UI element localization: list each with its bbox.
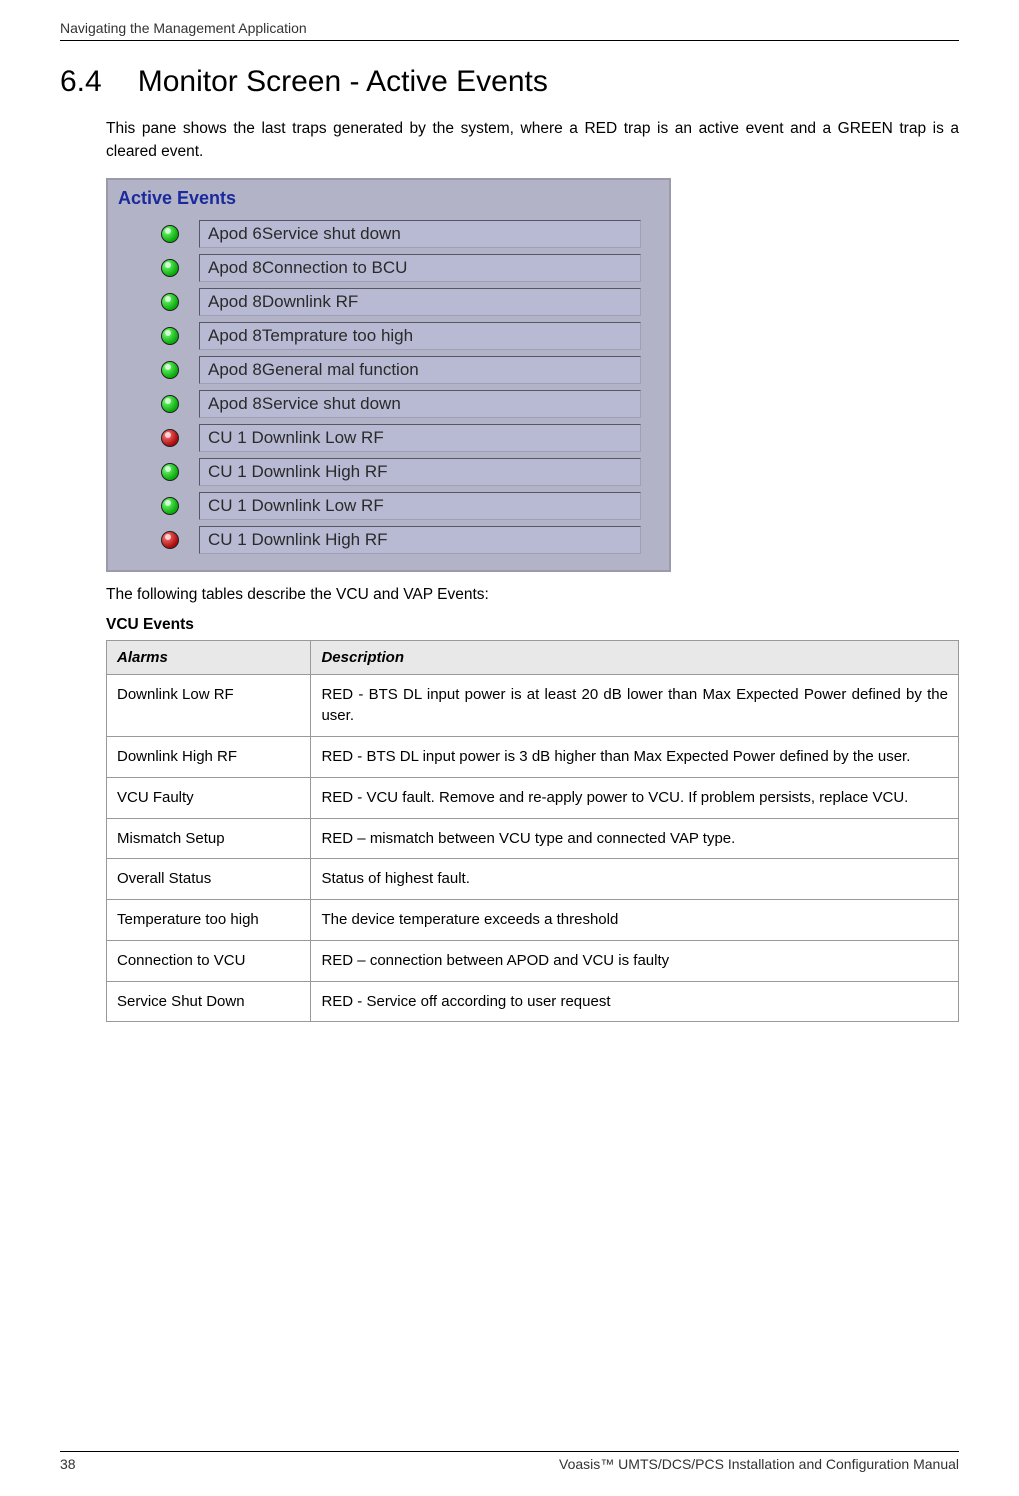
active-events-title: Active Events xyxy=(116,186,661,214)
status-light-green-icon xyxy=(161,497,179,515)
description-cell: RED - BTS DL input power is 3 dB higher … xyxy=(311,737,959,778)
alarm-cell: Overall Status xyxy=(107,859,311,900)
table-row: Mismatch SetupRED – mismatch between VCU… xyxy=(107,818,959,859)
active-events-list: Apod 6Service shut down Apod 8Connection … xyxy=(116,214,661,560)
section-heading: 6.4 Monitor Screen - Active Events xyxy=(60,65,959,99)
event-row: Apod 8Service shut down xyxy=(161,388,641,420)
event-text: Apod 6Service shut down xyxy=(199,220,641,248)
table-row: Downlink High RFRED - BTS DL input power… xyxy=(107,737,959,778)
table-row: VCU FaultyRED - VCU fault. Remove and re… xyxy=(107,777,959,818)
event-row: Apod 8Temprature too high xyxy=(161,320,641,352)
description-cell: The device temperature exceeds a thresho… xyxy=(311,900,959,941)
table-row: Downlink Low RFRED - BTS DL input power … xyxy=(107,674,959,737)
description-cell: RED - BTS DL input power is at least 20 … xyxy=(311,674,959,737)
description-cell: RED - Service off according to user requ… xyxy=(311,981,959,1022)
description-cell: RED – mismatch between VCU type and conn… xyxy=(311,818,959,859)
status-light-green-icon xyxy=(161,327,179,345)
after-panel-text: The following tables describe the VCU an… xyxy=(106,586,959,604)
description-cell: RED – connection between APOD and VCU is… xyxy=(311,940,959,981)
event-text: Apod 8General mal function xyxy=(199,356,641,384)
table-row: Overall StatusStatus of highest fault. xyxy=(107,859,959,900)
vcu-events-heading: VCU Events xyxy=(106,616,959,634)
alarm-cell: Connection to VCU xyxy=(107,940,311,981)
status-light-green-icon xyxy=(161,395,179,413)
event-text: CU 1 Downlink Low RF xyxy=(199,424,641,452)
col-header-description: Description xyxy=(311,640,959,674)
table-row: Temperature too highThe device temperatu… xyxy=(107,900,959,941)
alarm-cell: Mismatch Setup xyxy=(107,818,311,859)
col-header-alarms: Alarms xyxy=(107,640,311,674)
event-row: Apod 6Service shut down xyxy=(161,218,641,250)
status-light-red-icon xyxy=(161,429,179,447)
event-text: Apod 8Downlink RF xyxy=(199,288,641,316)
status-light-green-icon xyxy=(161,259,179,277)
section-number: 6.4 xyxy=(60,65,102,99)
table-row: Service Shut DownRED - Service off accor… xyxy=(107,981,959,1022)
section-title: Monitor Screen - Active Events xyxy=(138,65,548,99)
status-light-green-icon xyxy=(161,225,179,243)
event-text: CU 1 Downlink High RF xyxy=(199,526,641,554)
table-row: Connection to VCURED – connection betwee… xyxy=(107,940,959,981)
event-row: CU 1 Downlink High RF xyxy=(161,524,641,556)
status-light-green-icon xyxy=(161,361,179,379)
manual-title: Voasis™ UMTS/DCS/PCS Installation and Co… xyxy=(559,1456,959,1472)
event-row: Apod 8Connection to BCU xyxy=(161,252,641,284)
table-header-row: Alarms Description xyxy=(107,640,959,674)
event-text: CU 1 Downlink Low RF xyxy=(199,492,641,520)
event-row: Apod 8Downlink RF xyxy=(161,286,641,318)
page-number: 38 xyxy=(60,1456,76,1472)
event-text: Apod 8Temprature too high xyxy=(199,322,641,350)
alarm-cell: Downlink Low RF xyxy=(107,674,311,737)
description-cell: RED - VCU fault. Remove and re-apply pow… xyxy=(311,777,959,818)
breadcrumb: Navigating the Management Application xyxy=(60,20,307,36)
event-row: CU 1 Downlink Low RF xyxy=(161,490,641,522)
event-row: CU 1 Downlink Low RF xyxy=(161,422,641,454)
alarm-cell: Downlink High RF xyxy=(107,737,311,778)
alarm-cell: Temperature too high xyxy=(107,900,311,941)
event-text: CU 1 Downlink High RF xyxy=(199,458,641,486)
description-cell: Status of highest fault. xyxy=(311,859,959,900)
event-row: CU 1 Downlink High RF xyxy=(161,456,641,488)
event-row: Apod 8General mal function xyxy=(161,354,641,386)
alarm-cell: VCU Faulty xyxy=(107,777,311,818)
status-light-red-icon xyxy=(161,531,179,549)
active-events-panel: Active Events Apod 6Service shut downApo… xyxy=(106,178,671,572)
page-header: Navigating the Management Application xyxy=(60,20,959,41)
page-footer: 38 Voasis™ UMTS/DCS/PCS Installation and… xyxy=(60,1451,959,1472)
event-text: Apod 8Service shut down xyxy=(199,390,641,418)
status-light-green-icon xyxy=(161,293,179,311)
intro-paragraph: This pane shows the last traps generated… xyxy=(106,117,959,164)
event-text: Apod 8Connection to BCU xyxy=(199,254,641,282)
status-light-green-icon xyxy=(161,463,179,481)
alarm-cell: Service Shut Down xyxy=(107,981,311,1022)
vcu-events-table: Alarms Description Downlink Low RFRED - … xyxy=(106,640,959,1023)
